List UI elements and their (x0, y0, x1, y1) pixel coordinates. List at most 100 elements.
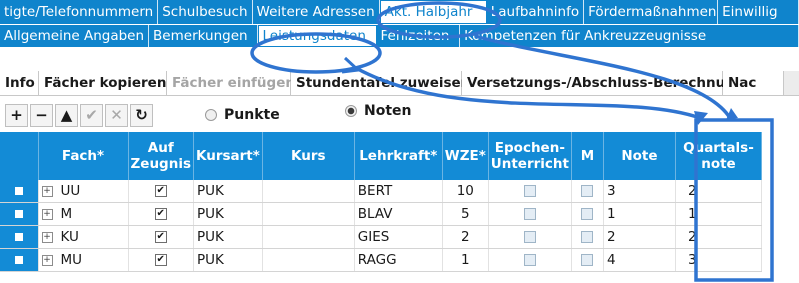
table-row[interactable]: + KU ✔ PUK GIES 2 2 2 (0, 225, 762, 249)
cell-wze[interactable]: 10 (442, 180, 489, 203)
move-up-icon[interactable]: ▲ (55, 103, 78, 127)
info-button[interactable]: Info (0, 71, 39, 95)
col-quartalsnote[interactable]: Quartals-note (675, 132, 762, 180)
tab-leistungsdaten[interactable]: Leistungsdaten (257, 25, 377, 47)
tab-kompetenzen[interactable]: Kompetenzen für Ankreuzzeugnisse (460, 25, 799, 47)
epochen-checkbox[interactable] (523, 254, 536, 266)
cell-fach[interactable]: + M (38, 202, 129, 226)
cell-auf-zeugnis[interactable]: ✔ (128, 225, 194, 249)
m-checkbox[interactable] (581, 185, 594, 197)
auf-zeugnis-checkbox[interactable]: ✔ (154, 231, 167, 243)
cell-kursart[interactable]: PUK (193, 225, 263, 249)
row-selector[interactable] (0, 180, 39, 203)
cell-fach[interactable]: + KU (38, 225, 129, 249)
faecher-kopieren-button[interactable]: Fächer kopieren (39, 71, 167, 95)
tab-allgemeine-angaben[interactable]: Allgemeine Angaben (0, 25, 150, 47)
table-row[interactable]: + MU ✔ PUK RAGG 1 4 3 (0, 248, 762, 272)
col-kurs[interactable]: Kurs (262, 132, 355, 180)
col-note[interactable]: Note (603, 132, 676, 180)
cell-kursart[interactable]: PUK (193, 248, 263, 272)
row-select-box[interactable] (14, 256, 23, 264)
col-epochen-unterricht[interactable]: Epochen-Unterricht (488, 132, 572, 180)
cell-auf-zeugnis[interactable]: ✔ (128, 180, 194, 203)
m-checkbox[interactable] (581, 208, 594, 220)
auf-zeugnis-checkbox[interactable]: ✔ (154, 254, 167, 266)
row-selector[interactable] (0, 225, 39, 249)
col-m[interactable]: M (571, 132, 604, 180)
refresh-icon[interactable]: ↻ (130, 103, 153, 127)
cell-wze[interactable]: 1 (442, 248, 489, 272)
nachpruefung-button[interactable]: Nac (723, 71, 784, 95)
cell-kurs[interactable] (262, 248, 355, 272)
expand-icon[interactable]: + (41, 185, 53, 197)
row-select-box[interactable] (14, 233, 23, 241)
cell-epochen[interactable] (488, 180, 572, 203)
cell-quartalsnote[interactable]: 3 (675, 248, 762, 272)
epochen-checkbox[interactable] (523, 231, 536, 243)
cell-wze[interactable]: 5 (442, 202, 489, 226)
expand-icon[interactable]: + (41, 231, 53, 243)
cell-note[interactable]: 1 (603, 202, 676, 226)
remove-icon[interactable]: − (30, 103, 53, 127)
col-lehrkraft[interactable]: Lehrkraft* (354, 132, 443, 180)
m-checkbox[interactable] (581, 231, 594, 243)
cell-epochen[interactable] (488, 225, 572, 249)
cancel-icon[interactable]: ✕ (105, 103, 128, 127)
row-selector[interactable] (0, 248, 39, 272)
cell-lehrkraft[interactable]: GIES (354, 225, 443, 249)
tab-laufbahninfo[interactable]: Laufbahninfo (487, 0, 585, 24)
cell-lehrkraft[interactable]: BERT (354, 180, 443, 203)
tab-akt-halbjahr[interactable]: Akt. Halbjahr (379, 0, 487, 24)
radio-noten[interactable]: Noten (345, 103, 412, 119)
tab-bemerkungen[interactable]: Bemerkungen (149, 25, 258, 47)
cell-auf-zeugnis[interactable]: ✔ (128, 248, 194, 272)
cell-fach[interactable]: + MU (38, 248, 129, 272)
col-fach[interactable]: Fach* (38, 132, 129, 180)
cell-lehrkraft[interactable]: RAGG (354, 248, 443, 272)
auf-zeugnis-checkbox[interactable]: ✔ (154, 208, 167, 220)
cell-note[interactable]: 2 (603, 225, 676, 249)
cell-kurs[interactable] (262, 180, 355, 203)
cell-m[interactable] (571, 225, 604, 249)
add-icon[interactable]: + (5, 103, 28, 127)
cell-note[interactable]: 4 (603, 248, 676, 272)
cell-lehrkraft[interactable]: BLAV (354, 202, 443, 226)
expand-icon[interactable]: + (41, 208, 53, 220)
cell-kurs[interactable] (262, 225, 355, 249)
faecher-einfuegen-button[interactable]: Fächer einfügen (167, 71, 295, 95)
tab-fehlzeiten[interactable]: Fehlzeiten (377, 25, 461, 47)
cell-m[interactable] (571, 202, 604, 226)
cell-m[interactable] (571, 180, 604, 203)
expand-icon[interactable]: + (41, 254, 53, 266)
radio-punkte[interactable]: Punkte (205, 107, 280, 123)
tab-foerdermassnahmen[interactable]: Fördermaßnahmen (584, 0, 719, 24)
tab-telefonnummern[interactable]: tigte/Telefonnummern (0, 0, 159, 24)
row-select-box[interactable] (14, 210, 23, 218)
cell-note[interactable]: 3 (603, 180, 676, 203)
col-auf-zeugnis[interactable]: Auf Zeugnis (128, 132, 194, 180)
radio-punkte-circle[interactable] (205, 109, 217, 121)
cell-auf-zeugnis[interactable]: ✔ (128, 202, 194, 226)
epochen-checkbox[interactable] (523, 185, 536, 197)
cell-fach[interactable]: + UU (38, 180, 129, 203)
versetzungs-berechnung-button[interactable]: Versetzungs-/Abschluss-Berechnung (462, 71, 745, 95)
auf-zeugnis-checkbox[interactable]: ✔ (154, 185, 167, 197)
cell-quartalsnote[interactable]: 1 (675, 202, 762, 226)
cell-kurs[interactable] (262, 202, 355, 226)
tab-schulbesuch[interactable]: Schulbesuch (158, 0, 253, 24)
cell-m[interactable] (571, 248, 604, 272)
stundentafel-zuweisen-button[interactable]: Stundentafel zuweisen (291, 71, 470, 95)
row-selector[interactable] (0, 202, 39, 226)
col-wze[interactable]: WZE* (442, 132, 489, 180)
tab-weitere-adressen[interactable]: Weitere Adressen (253, 0, 380, 24)
confirm-icon[interactable]: ✔ (80, 103, 103, 127)
tab-einwilligungen[interactable]: Einwillig (718, 0, 799, 24)
table-row[interactable]: + UU ✔ PUK BERT 10 3 2 (0, 180, 762, 203)
table-row[interactable]: + M ✔ PUK BLAV 5 1 1 (0, 202, 762, 226)
cell-epochen[interactable] (488, 202, 572, 226)
cell-wze[interactable]: 2 (442, 225, 489, 249)
radio-noten-circle[interactable] (345, 105, 357, 117)
cell-quartalsnote[interactable]: 2 (675, 225, 762, 249)
epochen-checkbox[interactable] (523, 208, 536, 220)
cell-kursart[interactable]: PUK (193, 202, 263, 226)
